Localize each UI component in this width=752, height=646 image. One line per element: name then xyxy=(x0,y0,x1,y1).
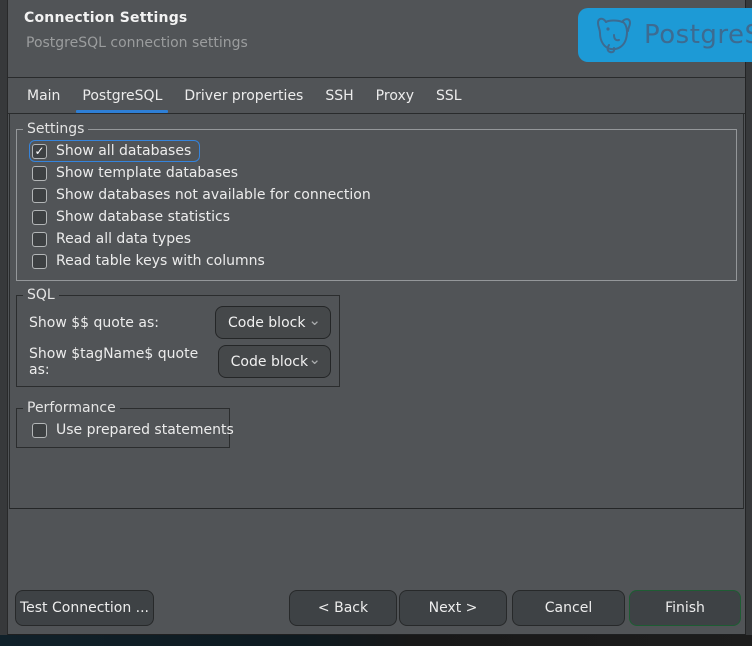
settings-group: Settings ✓ Show all databases Show templ… xyxy=(16,129,737,281)
performance-group: Performance Use prepared statements xyxy=(16,408,230,448)
checkbox-read-table-keys[interactable]: Read table keys with columns xyxy=(29,250,274,272)
checkbox-unchecked-icon[interactable] xyxy=(32,232,47,247)
checkbox-label: Read all data types xyxy=(56,231,191,247)
connection-settings-dialog: Connection Settings PostgreSQL connectio… xyxy=(7,0,746,635)
checkbox-show-template-databases[interactable]: Show template databases xyxy=(29,162,247,184)
tagname-quote-label: Show $tagName$ quote as: xyxy=(29,346,218,378)
checkbox-show-databases-not-available[interactable]: Show databases not available for connect… xyxy=(29,184,380,206)
background-window-strip xyxy=(0,635,752,646)
combo-value: Code block xyxy=(228,315,305,331)
sql-group: SQL Show $$ quote as: Code block ⌄ Show … xyxy=(16,295,340,387)
checkbox-unchecked-icon[interactable] xyxy=(32,254,47,269)
tab-ssh[interactable]: SSH xyxy=(314,78,364,113)
combo-value: Code block xyxy=(231,354,308,370)
checkbox-label: Use prepared statements xyxy=(56,422,234,438)
chevron-down-icon: ⌄ xyxy=(308,352,321,367)
checkbox-read-all-data-types[interactable]: Read all data types xyxy=(29,228,200,250)
tagname-quote-row: Show $tagName$ quote as: Code block ⌄ xyxy=(29,345,331,378)
dollar-quote-select[interactable]: Code block ⌄ xyxy=(215,306,331,339)
logo-wordmark: PostgreSQL xyxy=(644,20,752,50)
performance-group-legend: Performance xyxy=(23,399,120,417)
tab-postgresql[interactable]: PostgreSQL xyxy=(71,78,173,113)
checkbox-checked-icon[interactable]: ✓ xyxy=(32,144,47,159)
checkbox-label: Show template databases xyxy=(56,165,238,181)
back-button[interactable]: < Back xyxy=(289,590,397,626)
tagname-quote-select[interactable]: Code block ⌄ xyxy=(218,345,331,378)
tab-driver-properties[interactable]: Driver properties xyxy=(173,78,314,113)
sql-group-legend: SQL xyxy=(23,286,59,304)
check-icon: ✓ xyxy=(34,145,44,157)
postgresql-logo: PostgreSQL xyxy=(578,8,752,62)
checkbox-label: Show databases not available for connect… xyxy=(56,187,371,203)
test-connection-button[interactable]: Test Connection ... xyxy=(15,590,154,626)
postgresql-elephant-icon xyxy=(594,15,634,55)
next-button[interactable]: Next > xyxy=(399,590,507,626)
checkbox-unchecked-icon[interactable] xyxy=(32,188,47,203)
tab-proxy[interactable]: Proxy xyxy=(365,78,425,113)
settings-group-legend: Settings xyxy=(23,120,88,138)
tab-main[interactable]: Main xyxy=(16,78,71,113)
checkbox-unchecked-icon[interactable] xyxy=(32,210,47,225)
tab-content-panel: Settings ✓ Show all databases Show templ… xyxy=(9,114,744,509)
dollar-quote-row: Show $$ quote as: Code block ⌄ xyxy=(29,306,331,339)
checkbox-use-prepared-statements[interactable]: Use prepared statements xyxy=(29,419,243,441)
finish-button[interactable]: Finish xyxy=(629,590,741,626)
dollar-quote-label: Show $$ quote as: xyxy=(29,315,159,331)
dialog-header: Connection Settings PostgreSQL connectio… xyxy=(8,0,745,78)
wizard-button-group: < Back Next > Cancel Finish xyxy=(289,590,741,626)
checkbox-show-all-databases[interactable]: ✓ Show all databases xyxy=(29,140,200,162)
checkbox-show-database-statistics[interactable]: Show database statistics xyxy=(29,206,239,228)
chevron-down-icon: ⌄ xyxy=(308,313,321,328)
cancel-button[interactable]: Cancel xyxy=(512,590,625,626)
checkbox-unchecked-icon[interactable] xyxy=(32,423,47,438)
checkbox-label: Show database statistics xyxy=(56,209,230,225)
checkbox-label: Show all databases xyxy=(56,143,191,159)
tab-ssl[interactable]: SSL xyxy=(425,78,473,113)
tab-bar: Main PostgreSQL Driver properties SSH Pr… xyxy=(8,78,745,114)
checkbox-label: Read table keys with columns xyxy=(56,253,265,269)
checkbox-unchecked-icon[interactable] xyxy=(32,166,47,181)
